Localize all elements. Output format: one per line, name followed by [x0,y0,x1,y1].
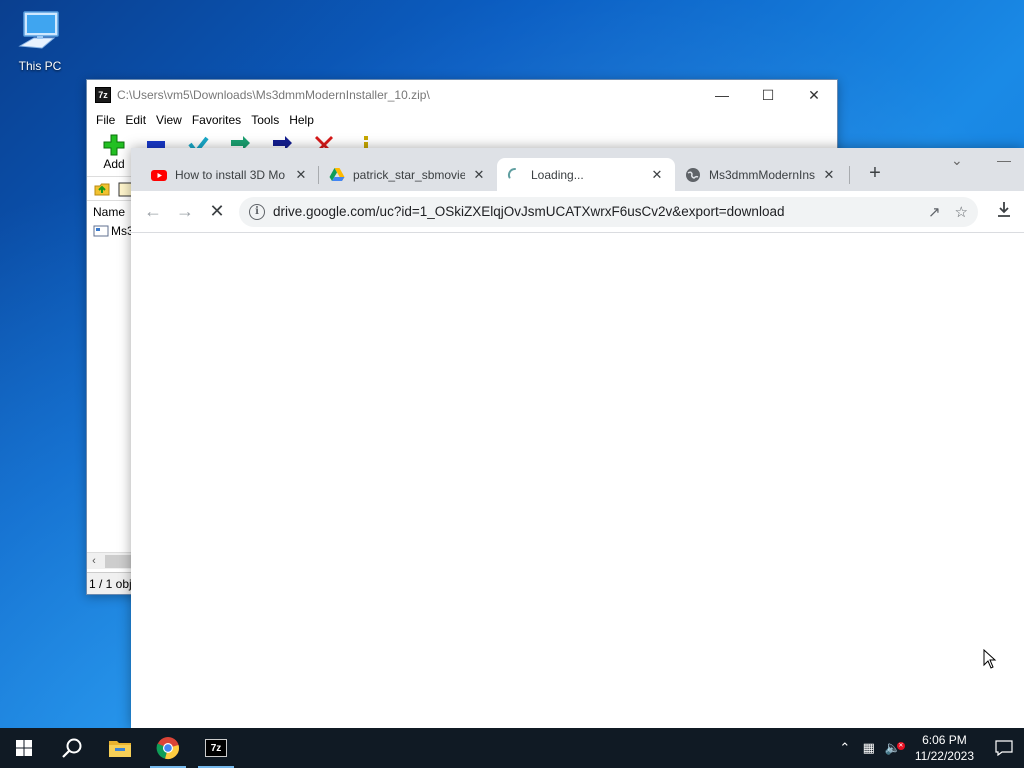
chrome-window[interactable]: How to install 3D Mo ✕ patrick_star_sbmo… [131,148,1024,728]
mouse-cursor-icon [983,649,997,669]
volume-muted-icon[interactable]: 🔈 ✕ [881,740,905,756]
scrollbar-thumb[interactable] [105,554,131,568]
menu-view[interactable]: View [151,113,187,127]
menu-favorites[interactable]: Favorites [187,113,246,127]
file-explorer-icon [109,741,131,757]
maximize-button[interactable]: ☐ [745,87,791,104]
desktop-icon-label: This PC [18,59,62,73]
download-arrow-icon [998,202,1010,217]
tab-title: patrick_star_sbmovie [353,167,465,182]
7zip-icon: 7z [205,739,227,757]
tab-youtube[interactable]: How to install 3D Mo ✕ [141,158,319,191]
desktop-icon-this-pc[interactable]: This PC [12,8,68,73]
tab-title: How to install 3D Mo [175,167,286,182]
loading-spinner-icon [507,167,516,178]
file-explorer-button[interactable] [96,728,144,768]
menu-file[interactable]: File [91,113,120,127]
system-tray: ⌃ ▦ 🔈 ✕ 6:06 PM 11/22/2023 [833,728,1024,768]
menu-help[interactable]: Help [284,113,319,127]
chrome-minimize-button[interactable]: — [997,152,1011,168]
scroll-left-icon[interactable]: ‹ [87,555,101,567]
chrome-taskbar-button[interactable] [144,728,192,768]
plus-icon [103,134,125,156]
tab-title: Ms3dmmModernInst [709,167,815,182]
share-icon[interactable]: ↗ [928,203,941,221]
taskbar: 7z ⌃ ▦ 🔈 ✕ 6:06 PM 11/22/2023 [0,728,1024,768]
page-content [131,233,1024,728]
search-button[interactable] [48,728,96,768]
7zip-icon-label: 7z [210,742,222,754]
installer-file-icon [93,225,109,237]
tab-close-icon[interactable]: ✕ [293,167,309,183]
google-drive-icon [329,167,345,181]
tab-search-chevron-icon[interactable]: ⌄ [951,152,963,169]
7zip-menu-bar: File Edit View Favorites Tools Help [87,110,837,130]
up-folder-icon[interactable] [93,180,111,198]
toolbar: ← → ✕ i drive.google.com/uc?id=1_OSkiZXE… [131,191,1024,233]
bookmark-star-icon[interactable]: ☆ [955,203,968,221]
menu-edit[interactable]: Edit [120,113,151,127]
minimize-button[interactable]: — [699,87,745,104]
notifications-button[interactable] [984,740,1024,756]
column-header-label: Name [93,204,126,219]
chrome-icon [156,737,179,759]
tab-title: Loading... [531,167,584,182]
new-tab-button[interactable]: + [863,162,887,186]
add-button-label: Add [103,157,125,171]
tab-close-icon[interactable]: ✕ [649,167,665,183]
tab-separator [849,166,850,184]
clock-time: 6:06 PM [922,733,967,747]
tab-close-icon[interactable]: ✕ [471,167,487,183]
start-icon [16,740,32,756]
tab-loading[interactable]: Loading... ✕ [497,158,675,191]
download-icon[interactable] [984,200,1024,223]
horizontal-scrollbar[interactable]: ‹ [87,552,133,569]
add-button[interactable]: Add [93,130,135,176]
globe-icon [686,167,700,182]
7zip-app-icon: 7z [95,87,111,103]
show-hidden-icons-chevron-icon[interactable]: ⌃ [833,740,857,756]
search-icon [62,738,82,758]
clock-date: 11/22/2023 [914,749,974,763]
tab-strip: How to install 3D Mo ✕ patrick_star_sbmo… [131,148,1024,191]
url-text: drive.google.com/uc?id=1_OSkiZXElqjOvJsm… [273,204,785,219]
clock[interactable]: 6:06 PM 11/22/2023 [905,732,984,764]
7zip-window-title: C:\Users\vm5\Downloads\Ms3dmmModernInsta… [117,88,430,102]
tab-ms3dmm[interactable]: Ms3dmmModernInst ✕ [675,158,847,191]
back-button[interactable]: ← [137,201,169,222]
tab-google-drive[interactable]: patrick_star_sbmovie ✕ [319,158,497,191]
notification-icon [995,740,1013,756]
tab-close-icon[interactable]: ✕ [821,167,837,183]
menu-tools[interactable]: Tools [246,113,284,127]
forward-button[interactable]: → [169,201,201,222]
site-info-icon[interactable]: i [249,203,265,220]
start-button[interactable] [0,728,48,768]
7zip-title-bar[interactable]: 7z C:\Users\vm5\Downloads\Ms3dmmModernIn… [87,80,837,110]
address-bar[interactable]: i drive.google.com/uc?id=1_OSkiZXElqjOvJ… [239,196,978,227]
youtube-icon [151,169,167,181]
7zip-taskbar-button[interactable]: 7z [192,728,240,768]
network-icon[interactable]: ▦ [857,740,881,756]
close-button[interactable]: ✕ [791,87,837,104]
stop-button[interactable]: ✕ [201,201,233,222]
computer-icon [18,11,59,49]
status-text: 1 / 1 obj [89,576,132,591]
